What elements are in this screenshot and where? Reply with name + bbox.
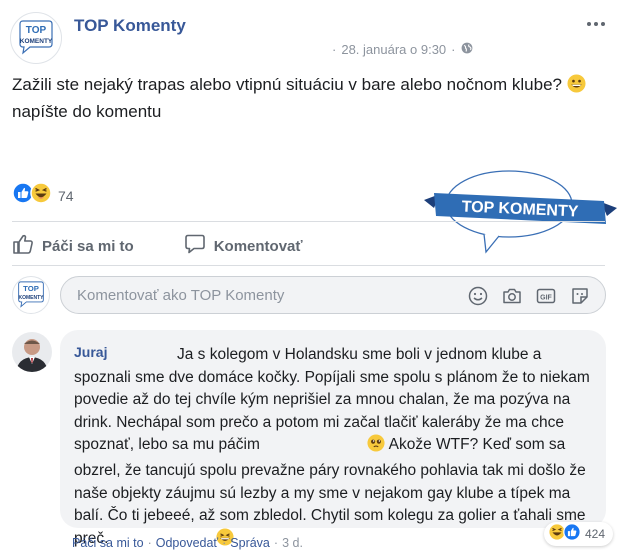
thumbs-up-icon xyxy=(12,233,34,259)
post-text: Zažili ste nejaký trapas alebo vtipnú si… xyxy=(12,73,607,124)
comment-like-link[interactable]: Páči sa mi to xyxy=(72,536,144,550)
gif-icon[interactable]: GIF xyxy=(535,285,557,307)
comment-links-dot-2: · xyxy=(222,536,227,550)
comment-text: Ja s kolegom v Holandsku sme boli v jedn… xyxy=(74,344,594,553)
like-button[interactable]: Páči sa mi to xyxy=(12,233,134,259)
composer-icons: GIF xyxy=(467,285,591,307)
emoji-picker-icon[interactable] xyxy=(467,285,489,307)
comment-reactions[interactable]: 424 xyxy=(543,522,613,546)
haha-reaction-icon xyxy=(30,182,52,209)
comment-reply-link[interactable]: Odpovedať xyxy=(156,536,218,550)
comment-age[interactable]: 3 d. xyxy=(282,536,303,550)
comment-message-link[interactable]: Správa xyxy=(230,536,270,550)
comment-like-reaction-icon xyxy=(563,522,581,546)
comment-links-dot-1: · xyxy=(147,536,152,550)
globe-icon xyxy=(461,42,473,57)
svg-text:TOP: TOP xyxy=(23,284,39,293)
post-timestamp[interactable]: 28. januára o 9:30 xyxy=(341,42,446,57)
post-reactions[interactable]: 74 xyxy=(12,182,74,209)
like-label: Páči sa mi to xyxy=(42,237,134,255)
comment-reaction-count: 424 xyxy=(584,527,605,541)
comment-label: Komentovať xyxy=(213,237,303,255)
svg-text:KOMENTY: KOMENTY xyxy=(18,295,44,301)
brand-speech-bubble: TOP KOMENTY xyxy=(424,168,617,258)
svg-text:TOP: TOP xyxy=(26,25,47,36)
comment-composer: TOP KOMENTY Komentovať ako TOP Komenty G… xyxy=(12,274,607,316)
pleading-emoji-icon xyxy=(264,434,385,460)
commenter-avatar[interactable] xyxy=(12,332,52,372)
reaction-count: 74 xyxy=(58,187,74,204)
svg-text:KOMENTY: KOMENTY xyxy=(20,38,53,45)
camera-icon[interactable] xyxy=(501,285,523,307)
post-actions: Páči sa mi to Komentovať xyxy=(12,230,353,262)
grinning-emoji-icon xyxy=(567,74,586,100)
meta-dot: · xyxy=(332,42,337,57)
svg-text:GIF: GIF xyxy=(540,295,552,302)
page-name[interactable]: TOP Komenty xyxy=(74,16,186,36)
top-komenty-small-logo: TOP KOMENTY xyxy=(18,281,44,308)
post-text-line2: napíšte do komentu xyxy=(12,102,162,121)
composer-avatar: TOP KOMENTY xyxy=(12,276,50,314)
post-text-line1: Zažili ste nejaký trapas alebo vtipnú si… xyxy=(12,75,562,94)
comment-bubble-icon xyxy=(184,233,206,259)
sticker-icon[interactable] xyxy=(569,285,591,307)
divider-bottom xyxy=(12,265,605,266)
post-meta: · 28. januára o 9:30 · xyxy=(332,42,473,57)
top-komenty-logo: TOP KOMENTY xyxy=(19,20,53,55)
more-options-icon[interactable] xyxy=(585,14,607,34)
comment-input[interactable]: Komentovať ako TOP Komenty GIF xyxy=(60,276,606,314)
meta-dot-2: · xyxy=(451,42,456,57)
comment-input-placeholder: Komentovať ako TOP Komenty xyxy=(77,287,285,304)
divider-top xyxy=(12,221,605,222)
comment-links-dot-3: · xyxy=(273,536,279,550)
post-header: TOP KOMENTY TOP Komenty · 28. januára o … xyxy=(10,10,607,65)
comment-button[interactable]: Komentovať xyxy=(184,233,303,259)
comment-actions: Páči sa mi to · Odpovedať · Správa · 3 d… xyxy=(72,536,303,550)
comment-bubble: Juraj Ja s kolegom v Holandsku sme boli … xyxy=(60,330,606,547)
page-avatar[interactable]: TOP KOMENTY xyxy=(10,12,62,64)
